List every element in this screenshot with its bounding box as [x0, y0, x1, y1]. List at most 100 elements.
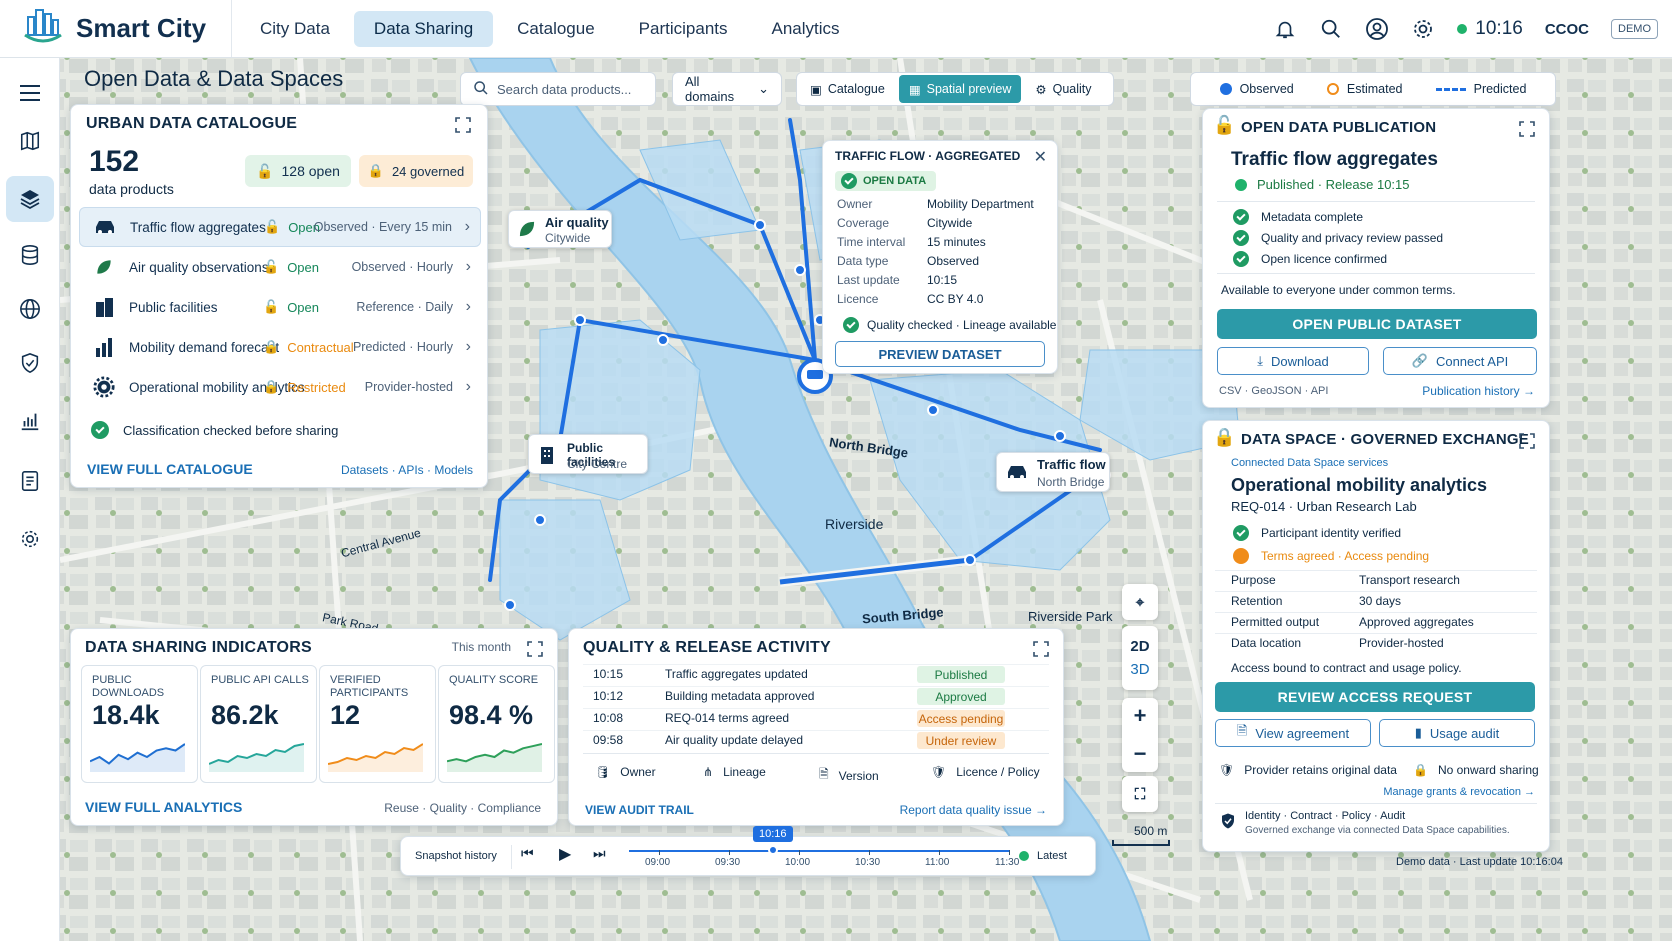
view-full-analytics-link[interactable]: VIEW FULL ANALYTICS — [85, 799, 242, 815]
open-public-dataset-button[interactable]: OPEN PUBLIC DATASET — [1217, 309, 1537, 339]
zoom-out-button[interactable]: − — [1134, 741, 1147, 767]
traffic-callout-title: Traffic flow — [1037, 457, 1106, 472]
timeline-track[interactable]: 09:00 09:30 10:00 10:30 11:00 11:30 10:16 — [629, 826, 1019, 868]
manage-grants-link[interactable]: Manage grants & revocation → — [1383, 786, 1535, 798]
nav-tab-catalogue[interactable]: Catalogue — [497, 11, 615, 47]
layers-icon[interactable] — [6, 176, 54, 222]
catalogue-item-access-label: Open — [287, 299, 319, 315]
governed-badge[interactable]: 🔒 24 governed — [359, 155, 473, 187]
chevron-right-icon: › — [465, 298, 471, 315]
analytics-icon[interactable] — [6, 398, 54, 444]
map-icon[interactable] — [6, 118, 54, 164]
catalogue-item-access: 🔒 Contractual — [263, 339, 354, 355]
globe-icon[interactable] — [6, 286, 54, 332]
view-agreement-button[interactable]: 🗎 View agreement — [1215, 719, 1371, 747]
shield-icon[interactable] — [6, 340, 54, 386]
map-callout-public-facilities[interactable]: Public facilities City Centre — [528, 434, 648, 474]
search-input[interactable]: Search data products... — [497, 82, 631, 97]
settings-icon[interactable] — [6, 516, 54, 562]
review-access-request-button[interactable]: REVIEW ACCESS REQUEST — [1215, 682, 1535, 712]
search-box[interactable]: Search data products... — [460, 72, 656, 106]
indicators-period[interactable]: This month — [452, 640, 511, 654]
catalogue-item[interactable]: Traffic flow aggregates 🔓 Open Observed · E… — [79, 207, 481, 247]
kpi-card[interactable]: QUALITY SCORE 98.4 % — [438, 665, 555, 783]
owner-tool[interactable]: 🛢 Owner — [595, 765, 656, 779]
popup-field-key: Licence — [837, 292, 879, 306]
catalogue-item[interactable]: Public facilities 🔓 Open Reference · Daily › — [79, 287, 481, 327]
bar-chart-icon: ▮ — [1414, 725, 1422, 740]
unlock-icon: 🔓 — [263, 259, 280, 274]
preview-dataset-button[interactable]: PREVIEW DATASET — [835, 341, 1045, 367]
lineage-tool[interactable]: ⋔ Lineage — [703, 765, 766, 779]
catalogue-item-access: 🔓 Open — [264, 219, 320, 235]
org-name[interactable]: CCOC — [1545, 21, 1589, 38]
brand[interactable]: Smart City — [0, 0, 232, 57]
kpi-card[interactable]: PUBLIC DOWNLOADS 18.4k — [81, 665, 198, 783]
view-full-catalogue-link[interactable]: VIEW FULL CATALOGUE — [87, 461, 253, 477]
nav-tab-city-data[interactable]: City Data — [240, 11, 350, 47]
skip-back-icon[interactable]: ⏮ — [521, 845, 534, 862]
view-2d-button[interactable]: 2D — [1130, 638, 1149, 655]
search-icon[interactable] — [1319, 17, 1343, 41]
latest-indicator[interactable]: Latest — [1019, 850, 1067, 862]
report-quality-issue-link[interactable]: Report data quality issue → — [900, 803, 1047, 817]
data-space-title: DATA SPACE · GOVERNED EXCHANGE — [1241, 431, 1529, 448]
view-3d-button[interactable]: 3D — [1130, 661, 1149, 678]
menu-icon[interactable] — [6, 70, 54, 116]
locate-icon[interactable]: ⌖ — [1122, 584, 1158, 620]
timeline-tick-label: 09:30 — [715, 857, 741, 868]
domain-select[interactable]: All domains ⌄ — [672, 72, 782, 106]
chevron-right-icon: › — [465, 338, 471, 355]
tab-catalogue[interactable]: ▣ Catalogue — [800, 75, 895, 103]
open-badge[interactable]: 🔓 128 open — [245, 155, 351, 187]
catalogue-type-links[interactable]: Datasets · APIs · Models — [341, 463, 473, 477]
licence-policy-tool[interactable]: 🛡 Licence / Policy — [931, 765, 1040, 779]
connect-api-button[interactable]: 🔗 Connect API — [1383, 347, 1537, 375]
expand-icon[interactable] — [1519, 121, 1535, 137]
view-audit-trail-link[interactable]: VIEW AUDIT TRAIL — [585, 803, 694, 817]
nav-tab-participants[interactable]: Participants — [619, 11, 748, 47]
map-scale-bar — [1112, 840, 1170, 846]
catalogue-item[interactable]: Operational mobility analytics 🔒 Restricte… — [79, 367, 481, 407]
activity-status-badge: Access pending — [917, 710, 1005, 727]
fullscreen-icon[interactable]: ⛶ — [1122, 776, 1158, 812]
kpi-card[interactable]: PUBLIC API CALLS 86.2k — [200, 665, 317, 783]
tab-spatial-preview[interactable]: ▦ Spatial preview — [898, 75, 1022, 103]
timeline-handle[interactable] — [768, 845, 778, 855]
database-icon[interactable] — [6, 232, 54, 278]
skip-forward-icon[interactable]: ⏭ — [593, 845, 606, 862]
analytics-topic-links[interactable]: Reuse · Quality · Compliance — [384, 801, 541, 815]
gear-icon[interactable] — [1411, 17, 1435, 41]
publication-history-link[interactable]: Publication history → — [1422, 384, 1535, 398]
expand-icon[interactable] — [1033, 641, 1049, 657]
map-callout-traffic-flow[interactable]: Traffic flow North Bridge — [996, 452, 1110, 492]
nav-tab-analytics[interactable]: Analytics — [752, 11, 860, 47]
expand-icon[interactable] — [455, 117, 471, 133]
data-space-field-value: Transport research — [1359, 573, 1460, 587]
catalogue-item[interactable]: Mobility demand forecast 🔒 Contractual Pred… — [79, 327, 481, 367]
tab-quality[interactable]: ⚙ Quality — [1025, 75, 1101, 103]
map-label-riverside: Riverside — [825, 516, 884, 532]
version-tool[interactable]: 🗎 Version — [819, 765, 879, 786]
expand-icon[interactable] — [527, 641, 543, 657]
kpi-card[interactable]: VERIFIED PARTICIPANTS 12 — [319, 665, 436, 783]
bell-icon[interactable] — [1273, 17, 1297, 41]
nav-tab-data-sharing[interactable]: Data Sharing — [353, 10, 494, 47]
activity-time: 10:12 — [593, 689, 624, 703]
timeline-tick — [799, 850, 800, 855]
document-icon[interactable] — [6, 458, 54, 504]
catalogue-item[interactable]: Air quality observations 🔓 Open Observed · … — [79, 247, 481, 287]
map-callout-air-quality[interactable]: Air quality Citywide — [508, 210, 612, 248]
close-icon[interactable]: ✕ — [1034, 147, 1047, 167]
top-bar: Smart City City Data Data Sharing Catalo… — [0, 0, 1672, 58]
user-icon[interactable] — [1365, 17, 1389, 41]
catalogue-item-access: 🔓 Open — [263, 299, 319, 315]
download-button[interactable]: ⤓ Download — [1217, 347, 1369, 375]
usage-audit-button[interactable]: ▮ Usage audit — [1379, 719, 1535, 747]
catalogue-item-frequency: Observed · Hourly — [351, 260, 453, 274]
zoom-in-button[interactable]: + — [1134, 703, 1147, 729]
timeline-line — [629, 850, 1009, 852]
play-icon[interactable]: ▶ — [559, 844, 571, 864]
expand-icon[interactable] — [1519, 433, 1535, 449]
popup-field-value: 10:15 — [927, 273, 958, 287]
